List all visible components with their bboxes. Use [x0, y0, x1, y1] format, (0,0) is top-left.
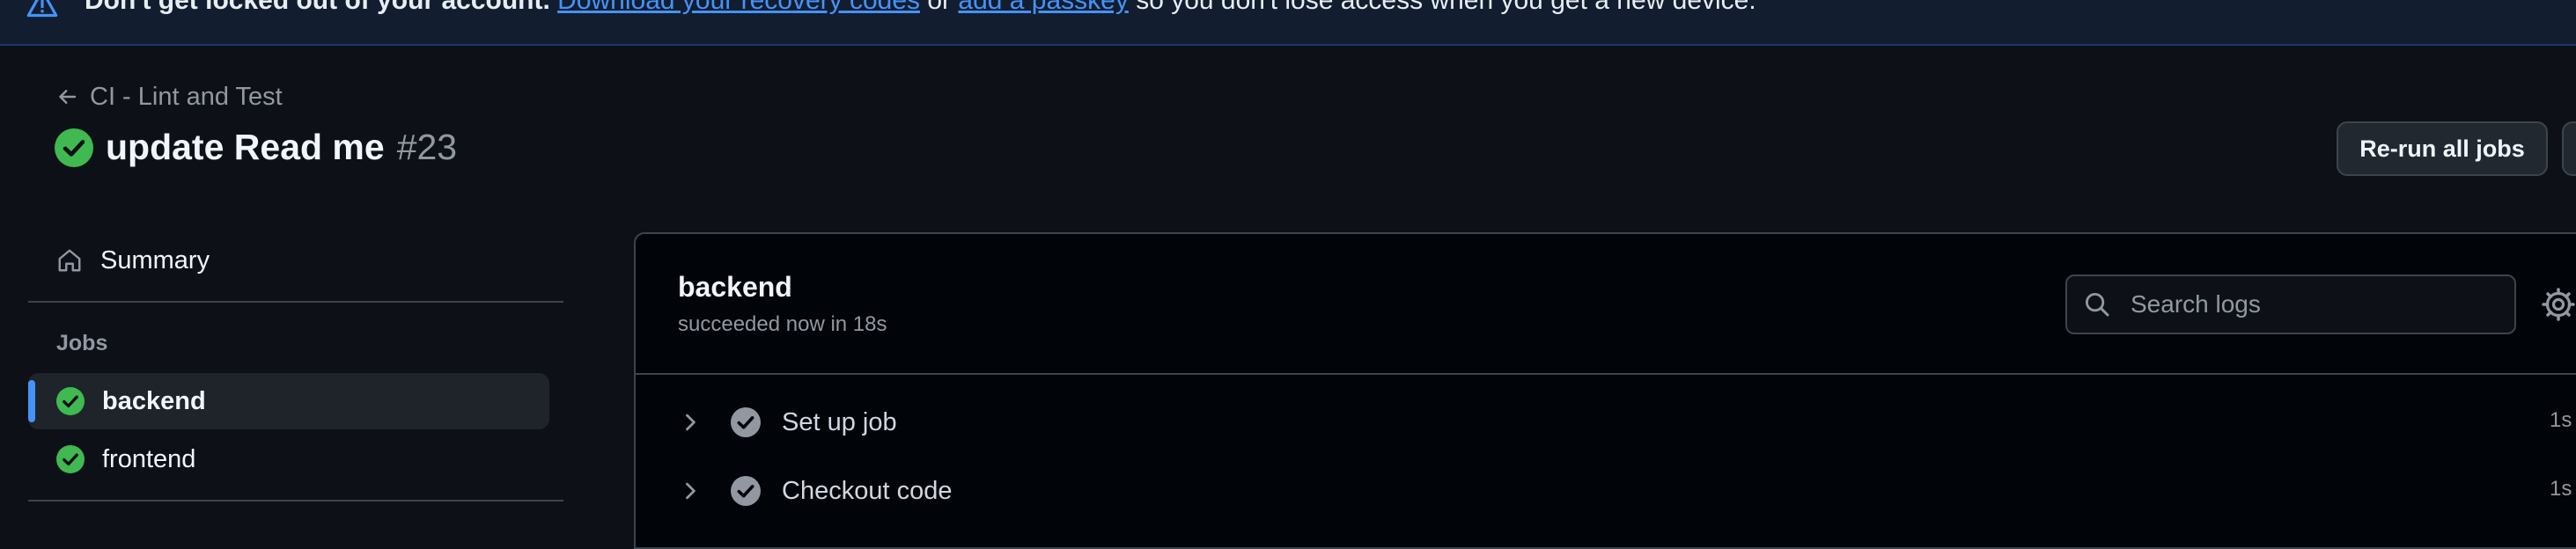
banner-message: Don't get locked out of your account. Do…	[85, 0, 1756, 16]
run-title-text: update Read me	[106, 127, 385, 167]
success-check-icon	[56, 387, 85, 415]
success-check-icon	[56, 445, 85, 473]
summary-label: Summary	[100, 245, 210, 274]
search-logs-input[interactable]: Search logs	[2065, 274, 2516, 334]
job-label: backend	[102, 386, 206, 415]
chevron-right-icon	[686, 414, 696, 431]
home-icon	[58, 249, 81, 272]
chevron-right-icon	[686, 482, 696, 500]
step-label: Set up job	[782, 407, 897, 436]
step-label: Checkout code	[782, 476, 953, 505]
arrow-left-icon	[59, 90, 77, 104]
step-check-icon	[731, 476, 761, 506]
job-label: frontend	[102, 444, 196, 473]
recovery-codes-link[interactable]: Download your recovery codes	[557, 0, 920, 15]
success-check-icon	[55, 128, 93, 167]
rerun-all-jobs-button[interactable]: Re-run all jobs	[2337, 121, 2548, 176]
step-check-icon	[731, 407, 761, 437]
active-job-indicator	[28, 380, 35, 422]
workflow-name: CI - Lint and Test	[90, 82, 283, 111]
job-title: backend	[678, 271, 792, 303]
security-banner: Don't get locked out of your account. Do…	[0, 0, 2576, 46]
jobs-heading: Jobs	[56, 331, 108, 355]
sidebar-summary[interactable]: Summary	[56, 243, 210, 278]
step-duration: 1s	[2550, 477, 2572, 501]
run-title: update Read me #23	[55, 127, 457, 168]
search-icon	[2086, 293, 2109, 317]
back-to-workflow-link[interactable]: CI - Lint and Test	[56, 79, 283, 114]
job-status-line: succeeded now in 18s	[678, 312, 887, 336]
banner-tail: so you don't lose access when you get a …	[1128, 0, 1756, 15]
banner-mid: or	[920, 0, 959, 15]
sidebar-divider	[28, 500, 563, 501]
passkey-link[interactable]: add a passkey	[958, 0, 1128, 15]
more-actions-button[interactable]	[2562, 121, 2576, 176]
banner-lead: Don't get locked out of your account.	[85, 0, 550, 15]
run-number: #23	[396, 127, 458, 167]
panel-header-divider	[636, 373, 2576, 375]
search-placeholder: Search logs	[2131, 290, 2261, 318]
step-row[interactable]: Checkout code	[678, 473, 952, 509]
step-row[interactable]: Set up job	[678, 405, 897, 440]
step-duration: 1s	[2550, 408, 2572, 432]
alert-icon	[26, 0, 58, 18]
sidebar-job-frontend[interactable]: frontend	[56, 442, 195, 477]
sidebar-job-backend[interactable]: backend	[56, 384, 206, 419]
gear-icon[interactable]	[2541, 287, 2576, 322]
sidebar-divider	[28, 301, 563, 303]
